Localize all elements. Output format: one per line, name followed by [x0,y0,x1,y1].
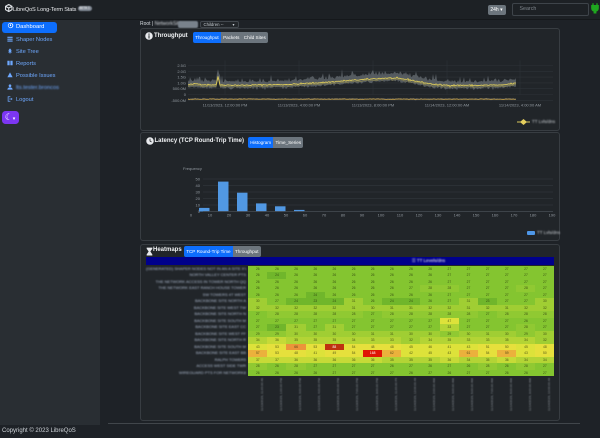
svg-text:2.5G: 2.5G [177,63,186,68]
svg-text:70: 70 [322,213,327,218]
svg-text:190: 190 [549,213,556,218]
svg-text:11/13/2023, 12:00:00 PM: 11/13/2023, 12:00:00 PM [203,102,248,107]
svg-text:130: 130 [435,213,442,218]
svg-text:140: 140 [454,213,461,218]
svg-text:60: 60 [303,213,308,218]
svg-text:180: 180 [530,213,537,218]
svg-text:1.0G: 1.0G [177,80,186,85]
svg-text:50: 50 [284,213,289,218]
svg-text:30: 30 [246,213,251,218]
svg-text:500.0M: 500.0M [173,86,186,91]
svg-text:0: 0 [190,213,193,218]
svg-text:1.5G: 1.5G [177,74,186,79]
svg-text:120: 120 [416,213,423,218]
svg-text:160: 160 [492,213,499,218]
svg-text:11/13/2023, 8:00:00 PM: 11/13/2023, 8:00:00 PM [352,102,394,107]
svg-text:30: 30 [196,190,201,195]
svg-text:11/13/2023, 4:00:00 PM: 11/13/2023, 4:00:00 PM [278,102,320,107]
svg-text:10: 10 [196,203,201,208]
svg-text:20: 20 [196,196,201,201]
svg-text:80: 80 [341,213,346,218]
svg-text:40: 40 [196,183,201,188]
svg-text:11/14/2023, 4:00:00 AM: 11/14/2023, 4:00:00 AM [499,102,541,107]
svg-text:20: 20 [227,213,232,218]
svg-text:170: 170 [511,213,518,218]
svg-text:150: 150 [473,213,480,218]
svg-text:2.0G: 2.0G [177,68,186,73]
svg-text:Frequency: Frequency [183,166,202,171]
svg-text:0: 0 [184,92,187,97]
svg-text:110: 110 [397,213,404,218]
svg-text:50: 50 [196,177,201,182]
svg-text:11/14/2023, 12:00:00 AM: 11/14/2023, 12:00:00 AM [425,102,469,107]
svg-text:100: 100 [378,213,385,218]
svg-text:-500.0M: -500.0M [171,97,186,102]
svg-text:10: 10 [208,213,213,218]
svg-text:90: 90 [360,213,365,218]
svg-text:40: 40 [265,213,270,218]
